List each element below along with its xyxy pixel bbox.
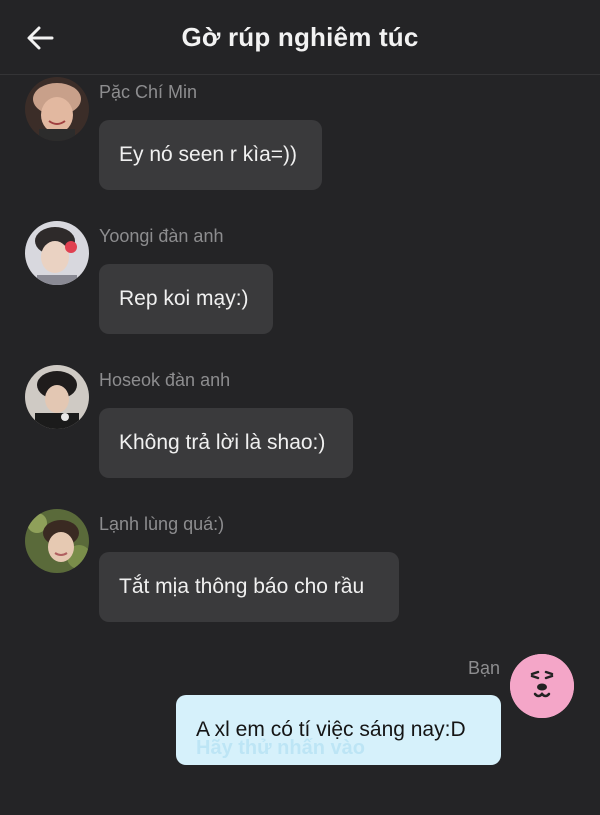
sender-name: Pặc Chí Min (99, 82, 198, 102)
message-bubble[interactable]: Không trả lời là shao:) (99, 408, 353, 478)
my-message-bubble[interactable]: A xl em có tí việc sáng nay:D (176, 695, 501, 765)
sender-name: Hoseok đàn anh (99, 370, 231, 390)
message-bubble[interactable]: Tắt mịa thông báo cho rầu (99, 552, 399, 622)
message-bubble[interactable]: Ey nó seen r kìa=)) (99, 120, 322, 190)
avatar[interactable] (25, 77, 89, 141)
chat-title: Gờ rúp nghiêm túc (181, 22, 419, 52)
sender-name: Lạnh lùng quá:) (99, 514, 225, 534)
avatar[interactable] (25, 365, 89, 429)
message-bubble[interactable]: Rep koi mạy:) (99, 264, 273, 334)
avatar[interactable] (25, 221, 89, 285)
sender-name: Yoongi đàn anh (99, 226, 224, 246)
bear-face-icon (510, 654, 574, 718)
my-message-text: A xl em có tí việc sáng nay:D (196, 718, 466, 741)
my-sender-label: Bạn (467, 658, 500, 678)
chat-header: Gờ rúp nghiêm túc (0, 0, 600, 75)
my-avatar[interactable] (510, 654, 574, 718)
avatar[interactable] (25, 509, 89, 573)
